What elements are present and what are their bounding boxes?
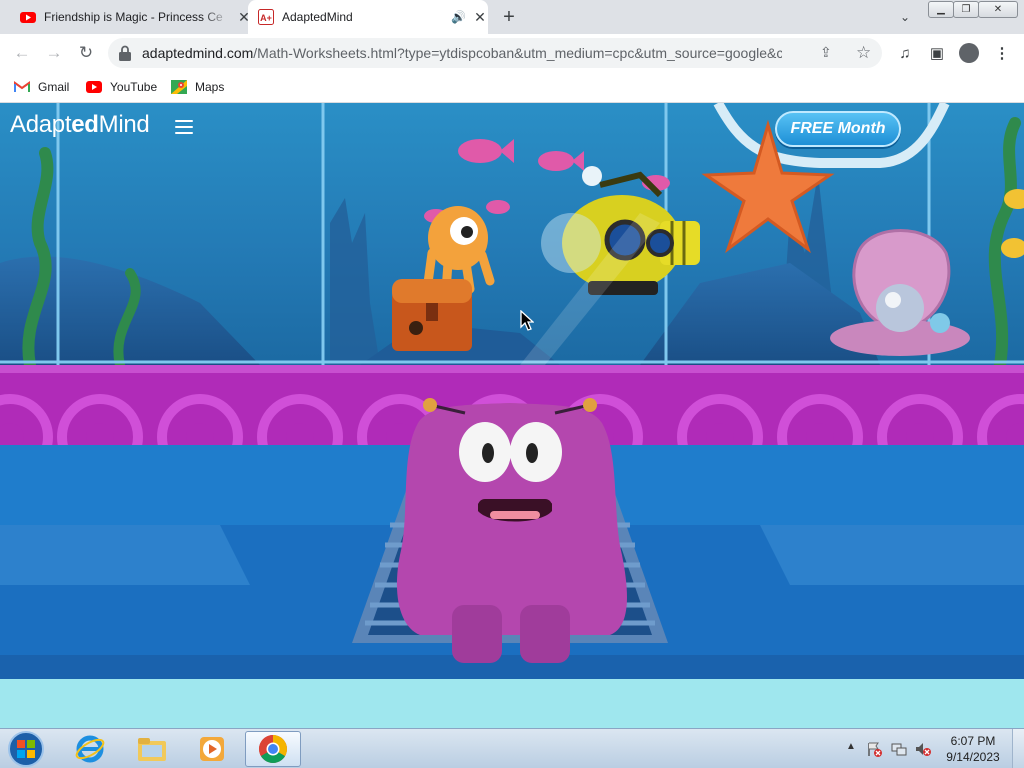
show-desktop-button[interactable]: [1012, 729, 1024, 768]
taskbar-chrome[interactable]: [245, 731, 301, 767]
address-bar[interactable]: adaptedmind.com/Math-Worksheets.html?typ…: [108, 38, 882, 68]
bookmark-label: Gmail: [38, 80, 70, 94]
close-tab-icon[interactable]: ✕: [472, 9, 488, 25]
bookmarks-bar: Gmail YouTube Maps: [0, 72, 1024, 103]
network-icon[interactable]: [891, 741, 907, 757]
mouse-cursor-icon: [520, 310, 534, 331]
monster-stage[interactable]: [0, 365, 1024, 681]
new-tab-button[interactable]: +: [498, 6, 520, 28]
bookmark-youtube[interactable]: YouTube: [86, 77, 157, 97]
taskbar-windows-explorer[interactable]: [124, 731, 180, 767]
side-panel-icon[interactable]: ▣: [927, 43, 947, 63]
media-player-icon: [200, 737, 224, 761]
speaker-icon[interactable]: 🔊: [451, 10, 466, 24]
tab-adaptedmind[interactable]: A+ AdaptedMind 🔊 ✕: [248, 0, 488, 34]
logo-part: Mind: [98, 111, 150, 138]
chrome-icon: [259, 735, 287, 763]
close-window-button[interactable]: ✕: [978, 1, 1018, 18]
show-hidden-icons-button[interactable]: ▲: [846, 741, 856, 752]
adaptedmind-logo[interactable]: AdaptedMind: [10, 111, 150, 139]
footer-strip: [0, 679, 1024, 728]
clock-time: 6:07 PM: [950, 734, 996, 748]
tab-title: AdaptedMind: [282, 10, 353, 24]
gmail-icon: [14, 81, 30, 92]
share-icon[interactable]: ⇪: [820, 44, 838, 62]
bookmark-star-icon[interactable]: ☆: [856, 43, 871, 63]
windows-taskbar: ▲ 6:07 PM 9/14/2023: [0, 728, 1024, 768]
action-center-flag-icon[interactable]: [866, 741, 882, 757]
bookmark-maps[interactable]: Maps: [171, 77, 224, 97]
tab-search-icon[interactable]: ⌄: [896, 8, 914, 26]
page-content: AdaptedMind FREE Month: [0, 103, 1024, 728]
bookmark-gmail[interactable]: Gmail: [14, 77, 69, 97]
url-text[interactable]: adaptedmind.com/Math-Worksheets.html?typ…: [142, 45, 782, 61]
profile-avatar-icon[interactable]: [959, 43, 979, 63]
maps-icon: [171, 80, 187, 94]
purple-monster[interactable]: [396, 398, 627, 663]
taskbar-internet-explorer[interactable]: [62, 731, 118, 767]
system-clock[interactable]: 6:07 PM 9/14/2023: [940, 733, 1006, 765]
windows-start-button[interactable]: [6, 730, 46, 768]
bookmark-label: Maps: [195, 80, 225, 94]
url-path: /Math-Worksheets.html?type=ytdispcoban&u…: [253, 45, 782, 61]
reload-button[interactable]: ↻: [73, 40, 99, 66]
svg-text:A+: A+: [260, 13, 272, 23]
adaptedmind-icon: A+: [258, 9, 274, 25]
youtube-icon: [20, 12, 36, 23]
browser-toolbar: ← → ↻ adaptedmind.com/Math-Worksheets.ht…: [0, 34, 1024, 72]
tab-title: Friendship is Magic - Princess Ce: [44, 10, 223, 24]
logo-part-bold: ed: [71, 111, 99, 138]
tab-friendship-is-magic[interactable]: Friendship is Magic - Princess Ce ✕: [12, 0, 252, 34]
hamburger-menu-icon[interactable]: [175, 120, 193, 134]
logo-part: Adapt: [10, 111, 72, 138]
bookmark-label: YouTube: [110, 80, 158, 94]
restore-button[interactable]: ❐: [953, 1, 979, 18]
back-button[interactable]: ←: [9, 40, 35, 66]
forward-button[interactable]: →: [41, 40, 67, 66]
internet-explorer-icon: [75, 735, 105, 763]
minimize-button[interactable]: ▁: [928, 1, 954, 18]
url-domain: adaptedmind.com: [142, 45, 254, 61]
aquarium-scene[interactable]: AdaptedMind FREE Month: [0, 103, 1024, 365]
more-menu-icon[interactable]: ⋮: [992, 43, 1012, 63]
youtube-icon: [86, 81, 102, 93]
volume-muted-icon[interactable]: [915, 741, 931, 757]
lock-icon[interactable]: [118, 45, 132, 61]
taskbar-media-player[interactable]: [184, 731, 240, 767]
windows-explorer-icon: [138, 738, 166, 761]
tab-strip: Friendship is Magic - Princess Ce ✕ A+ A…: [0, 0, 1024, 34]
free-month-button[interactable]: FREE Month: [775, 111, 901, 147]
clock-date: 9/14/2023: [946, 750, 1000, 764]
media-control-icon[interactable]: ♫: [895, 43, 915, 63]
